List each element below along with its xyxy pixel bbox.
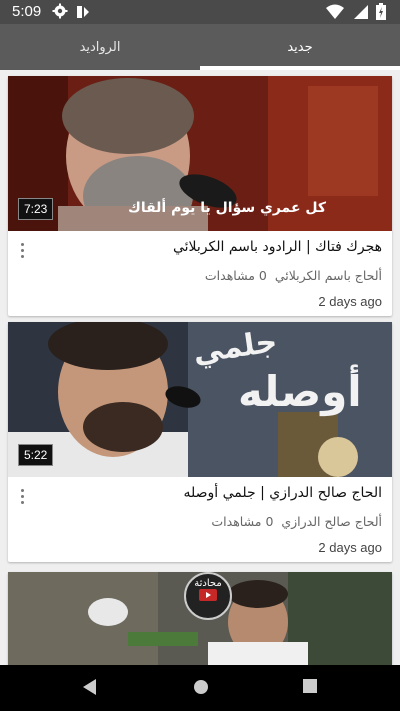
more-vert-icon[interactable] (18, 242, 26, 260)
tab-reciters-label: الروادید (79, 39, 121, 55)
wifi-icon (326, 4, 344, 24)
video-meta: ألحاج باسم الكربلائي 0 مشاهدات (42, 268, 382, 283)
home-icon[interactable] (192, 678, 210, 700)
status-icons (326, 3, 386, 24)
duration-badge: 7:23 (18, 198, 54, 220)
video-title[interactable]: الحاج صالح الدرازي | جلمي أوصله (42, 485, 382, 501)
system-nav-bar (0, 665, 400, 711)
chat-badge[interactable]: محادثة (184, 572, 232, 620)
video-meta: ألحاج صالح الدرازي 0 مشاهدات (42, 514, 382, 529)
video-channel: ألحاج باسم الكربلائي (274, 268, 382, 283)
video-thumbnail[interactable]: جلمي أوصله 5:22 (8, 322, 392, 477)
video-thumbnail[interactable]: محادثة (8, 572, 392, 665)
video-channel: ألحاج صالح الدرازي (281, 514, 382, 529)
battery-icon (376, 3, 386, 24)
more-vert-icon[interactable] (18, 488, 26, 506)
video-card[interactable]: جلمي أوصله 5:22 الحاج صالح الدرازي | جلم… (8, 322, 392, 562)
video-date: 2 days ago (318, 294, 382, 309)
tab-new[interactable]: جديد (200, 24, 400, 70)
back-icon[interactable] (82, 678, 98, 700)
video-card[interactable]: محادثة (8, 572, 392, 665)
tab-new-label: جديد (287, 39, 313, 55)
gear-icon (52, 3, 68, 23)
notification-icon (76, 4, 90, 24)
tab-reciters[interactable]: الروادید (0, 24, 200, 70)
chat-icon (199, 589, 217, 601)
signal-icon (352, 4, 368, 24)
chat-badge-label: محادثة (194, 578, 222, 589)
recents-icon[interactable] (302, 678, 318, 698)
thumbnail-caption: كل عمري سؤال يا يوم ألقاك (128, 200, 327, 216)
video-thumbnail[interactable]: كل عمري سؤال يا يوم ألقاك 7:23 (8, 76, 392, 231)
thumbnail-caption: أوصله (238, 367, 362, 416)
status-bar: 5:09 (0, 0, 400, 24)
tab-bar: الروادید جديد (0, 24, 400, 70)
status-time: 5:09 (12, 3, 42, 20)
video-card[interactable]: كل عمري سؤال يا يوم ألقاك 7:23 هجرك فتاك… (8, 76, 392, 316)
video-views: 0 مشاهدات (204, 268, 267, 283)
video-views: 0 مشاهدات (211, 514, 274, 529)
video-date: 2 days ago (318, 540, 382, 555)
duration-badge: 5:22 (18, 444, 54, 466)
video-feed[interactable]: كل عمري سؤال يا يوم ألقاك 7:23 هجرك فتاك… (0, 70, 400, 665)
video-title[interactable]: هجرك فتاك | الرادود باسم الكربلائي (42, 239, 382, 255)
